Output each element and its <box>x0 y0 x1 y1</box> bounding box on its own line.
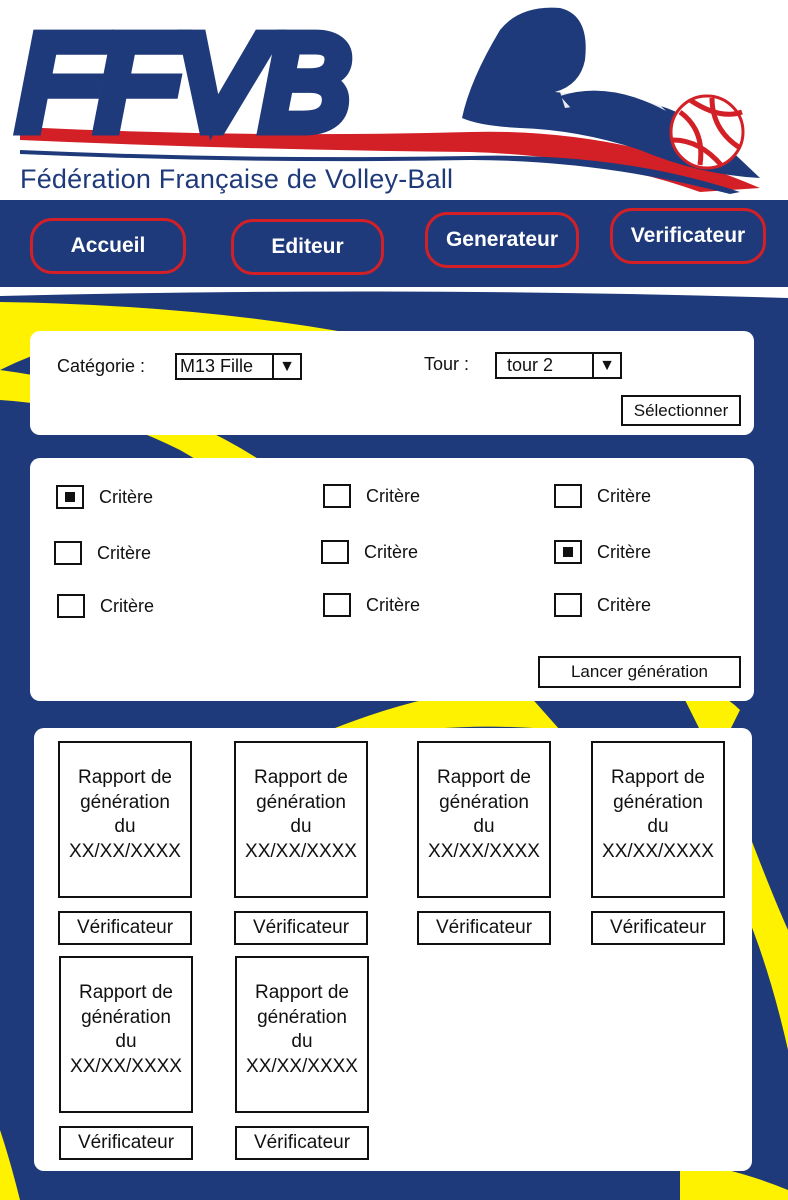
report-date: XX/XX/XXXX <box>602 840 714 862</box>
report-line: génération <box>613 791 703 813</box>
report-line: du <box>647 816 669 837</box>
criterion-item[interactable]: Critère <box>554 540 651 564</box>
report-card[interactable]: Rapport de génération du XX/XX/XXXX <box>234 741 368 898</box>
federation-name: Fédération Française de Volley-Ball <box>20 164 454 194</box>
criterion-label: Critère <box>100 595 155 616</box>
report-line: génération <box>256 791 346 813</box>
criterion-checkbox[interactable] <box>554 593 582 617</box>
report-line: du <box>291 1031 313 1052</box>
verificateur-button[interactable]: Vérificateur <box>58 911 192 945</box>
report-line: génération <box>439 791 529 813</box>
criterion-label: Critère <box>366 485 421 506</box>
report-card[interactable]: Rapport de génération du XX/XX/XXXX <box>59 956 193 1113</box>
triangle-down-icon: ▼ <box>592 354 620 377</box>
category-label: Catégorie : <box>57 356 146 376</box>
criterion-item[interactable]: Critère <box>554 593 651 617</box>
verificateur-button[interactable]: Vérificateur <box>235 1126 369 1160</box>
criterion-item[interactable]: Critère <box>57 594 154 618</box>
round-select[interactable]: tour 2 ▼ <box>495 352 622 379</box>
main-nav: Accueil Editeur Generateur Verificateur <box>0 200 788 290</box>
report-line: du <box>473 816 495 837</box>
criterion-item[interactable]: Critère <box>554 484 651 508</box>
nav-label: Generateur <box>445 228 559 251</box>
criterion-checkbox[interactable] <box>554 484 582 508</box>
report-line: Rapport de <box>78 982 173 1003</box>
category-value: M13 Fille <box>180 356 254 376</box>
report-line: Rapport de <box>254 982 349 1003</box>
report-line: Rapport de <box>610 767 705 788</box>
report-date: XX/XX/XXXX <box>69 840 181 862</box>
report-line: du <box>114 816 136 837</box>
report-date: XX/XX/XXXX <box>428 840 540 862</box>
round-label: Tour : <box>424 354 470 374</box>
criteria-panel: Critère Critère Critère Critère Critère … <box>30 458 754 701</box>
report-card[interactable]: Rapport de génération du XX/XX/XXXX <box>591 741 725 898</box>
criterion-label: Critère <box>364 541 419 562</box>
criterion-checkbox[interactable] <box>321 540 349 564</box>
criterion-label: Critère <box>366 594 421 615</box>
launch-generation-button[interactable]: Lancer génération <box>538 656 741 688</box>
verificateur-button[interactable]: Vérificateur <box>59 1126 193 1160</box>
report-line: génération <box>80 791 170 813</box>
report-line: du <box>115 1031 137 1052</box>
report-card[interactable]: Rapport de génération du XX/XX/XXXX <box>58 741 192 898</box>
nav-generateur-button[interactable]: Generateur <box>425 212 579 268</box>
triangle-down-icon: ▼ <box>272 355 300 378</box>
criterion-label: Critère <box>97 542 152 563</box>
report-line: Rapport de <box>77 767 172 788</box>
criterion-checkbox[interactable] <box>323 484 351 508</box>
criterion-item[interactable]: Critère <box>54 541 151 565</box>
reports-panel: Rapport de génération du XX/XX/XXXX Véri… <box>34 728 752 1171</box>
report-card[interactable]: Rapport de génération du XX/XX/XXXX <box>417 741 551 898</box>
logo-text: FFVB <box>18 9 347 156</box>
header: FFVB Fédération Française de Volley-Ball <box>0 0 788 200</box>
criterion-item[interactable]: Critère <box>323 593 420 617</box>
report-date: XX/XX/XXXX <box>70 1055 182 1077</box>
criterion-item[interactable]: Critère <box>323 484 420 508</box>
report-date: XX/XX/XXXX <box>246 1055 358 1077</box>
category-select[interactable]: M13 Fille ▼ <box>175 353 302 380</box>
select-button[interactable]: Sélectionner <box>621 395 741 426</box>
criterion-item[interactable]: Critère <box>321 540 418 564</box>
criterion-label: Critère <box>597 594 652 615</box>
nav-accueil-button[interactable]: Accueil <box>30 218 186 274</box>
report-date: XX/XX/XXXX <box>245 840 357 862</box>
report-line: génération <box>257 1006 347 1028</box>
verificateur-button[interactable]: Vérificateur <box>234 911 368 945</box>
criterion-checkbox[interactable] <box>54 541 82 565</box>
report-line: Rapport de <box>436 767 531 788</box>
criterion-checkbox[interactable] <box>56 485 84 509</box>
round-value: tour 2 <box>507 355 554 375</box>
report-card[interactable]: Rapport de génération du XX/XX/XXXX <box>235 956 369 1113</box>
criterion-item[interactable]: Critère <box>56 485 153 509</box>
report-line: génération <box>81 1006 171 1028</box>
report-line: Rapport de <box>253 767 348 788</box>
report-line: du <box>290 816 312 837</box>
criterion-label: Critère <box>99 486 154 507</box>
criterion-label: Critère <box>597 485 652 506</box>
volleyball-icon <box>669 94 745 170</box>
criterion-checkbox[interactable] <box>323 593 351 617</box>
nav-label: Accueil <box>70 234 146 257</box>
nav-verificateur-button[interactable]: Verificateur <box>610 208 766 264</box>
nav-label: Editeur <box>271 235 344 258</box>
nav-label: Verificateur <box>630 224 746 247</box>
criterion-checkbox[interactable] <box>57 594 85 618</box>
nav-editeur-button[interactable]: Editeur <box>231 219 384 275</box>
verificateur-button[interactable]: Vérificateur <box>591 911 725 945</box>
criterion-checkbox[interactable] <box>554 540 582 564</box>
verificateur-button[interactable]: Vérificateur <box>417 911 551 945</box>
filter-panel: Catégorie : M13 Fille ▼ Tour : tour 2 ▼ … <box>30 331 754 435</box>
criterion-label: Critère <box>597 541 652 562</box>
